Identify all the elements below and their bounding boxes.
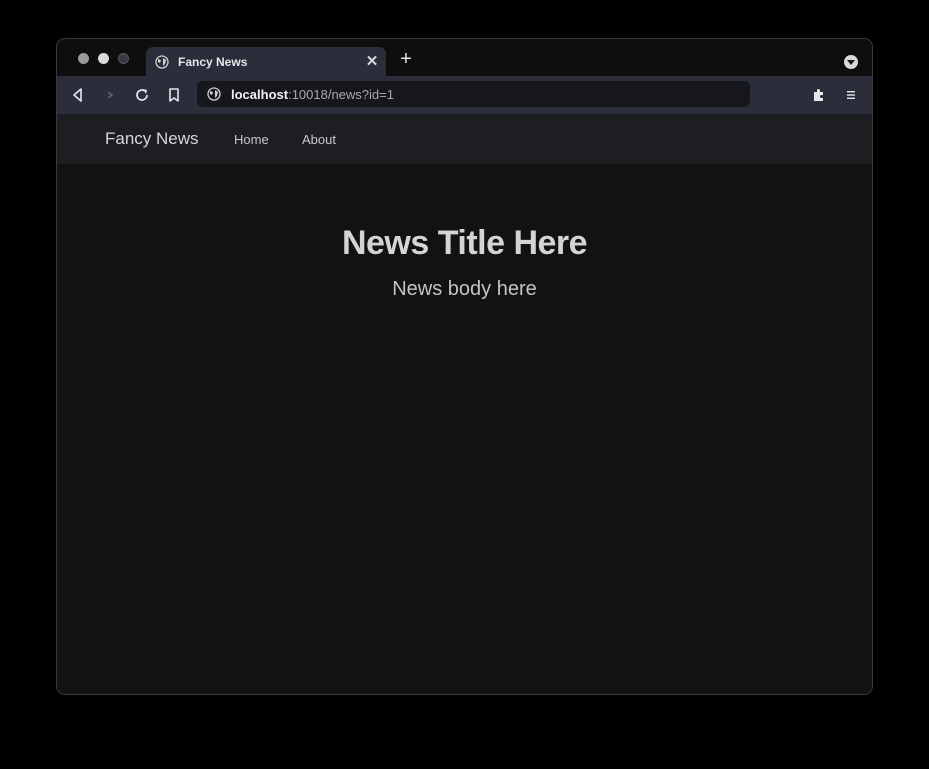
reload-icon[interactable]: [133, 86, 151, 104]
globe-icon: [155, 55, 169, 69]
page-viewport: Fancy News Home About News Title Here Ne…: [57, 114, 872, 694]
news-body: News body here: [392, 278, 537, 300]
site-navbar: Fancy News Home About: [57, 114, 872, 164]
tab-list-dropdown-icon[interactable]: [844, 55, 858, 69]
news-title: News Title Here: [341, 224, 588, 262]
menu-icon[interactable]: [842, 86, 860, 104]
url-path: :10018/news?id=1: [288, 87, 394, 102]
extensions-puzzle-icon[interactable]: [810, 86, 828, 104]
address-bar[interactable]: localhost:10018/news?id=1: [197, 81, 750, 107]
site-info-globe-icon[interactable]: [207, 87, 221, 101]
browser-window: Fancy News ✕ + localhost:10018/news?id=1: [56, 38, 873, 695]
close-tab-icon[interactable]: ✕: [364, 54, 380, 70]
browser-toolbar: localhost:10018/news?id=1: [57, 76, 872, 114]
site-brand-link[interactable]: Fancy News: [105, 129, 199, 149]
url-host: localhost: [231, 87, 289, 102]
window-minimize-dot[interactable]: [98, 53, 109, 64]
window-close-dot[interactable]: [78, 53, 89, 64]
nav-about-link[interactable]: About: [302, 132, 336, 147]
forward-icon[interactable]: [101, 86, 119, 104]
window-maximize-dot[interactable]: [118, 53, 129, 64]
tab-fancy-news[interactable]: Fancy News ✕: [146, 47, 386, 77]
tab-strip: Fancy News ✕ +: [57, 39, 872, 77]
bookmark-icon[interactable]: [165, 86, 183, 104]
tab-title: Fancy News: [178, 55, 248, 69]
nav-home-link[interactable]: Home: [234, 132, 269, 147]
back-icon[interactable]: [69, 86, 87, 104]
new-tab-icon[interactable]: +: [397, 49, 415, 69]
url-text: localhost:10018/news?id=1: [231, 87, 394, 102]
